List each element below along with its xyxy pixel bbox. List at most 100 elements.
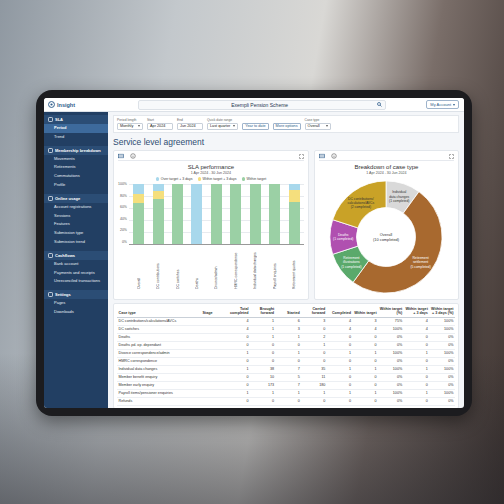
donut-segment[interactable] [333,181,386,228]
bar[interactable] [153,184,164,244]
table-cell: 4 [327,317,353,325]
table-cell [201,341,224,349]
sidebar-item[interactable]: Commutations [44,172,108,181]
sidebar-item[interactable]: Account registrations [44,203,108,212]
table-row[interactable]: Individual data changes13873511100%1100% [117,365,455,373]
table-cell: 1 [301,341,327,349]
dropdown-icon [138,125,140,127]
table-cell: Member benefit enquiry [117,373,201,381]
column-header[interactable]: Carried forward [301,306,327,317]
sidebar-item[interactable]: Unreconciled transactions [44,277,108,286]
bar[interactable] [133,184,144,244]
table-cell: 0 [353,357,379,365]
table-row[interactable]: Refunds0000000%00% [117,397,455,405]
account-button[interactable]: My Account [426,100,459,109]
table-row[interactable]: Payroll items/pensioner enquiries1111111… [117,389,455,397]
column-header[interactable]: Within target + 3 days [404,306,430,317]
table-row[interactable]: Divorce correspondence/admin101011100%11… [117,349,455,357]
bar[interactable] [289,184,300,244]
table-cell: Member early enquiry [117,381,201,389]
bar[interactable] [230,184,241,244]
legend-item[interactable]: Over target + 3 days [156,177,193,181]
expand-icon[interactable] [449,154,454,159]
table-cell: 4 [404,317,430,325]
filter-button[interactable]: Year to date [242,123,268,131]
column-header[interactable]: Within target + 3 days (%) [429,306,455,317]
segment-label: Deaths(1 completed) [333,233,353,241]
sidebar-item[interactable]: Bank account [44,260,108,269]
sidebar-item[interactable]: Submission trend [44,238,108,247]
table-cell: 0% [378,373,404,381]
filter-input[interactable]: Apr 2024 [147,123,173,131]
sidebar-item[interactable]: Pages [44,299,108,308]
nav-section-header[interactable]: Settings [44,290,108,299]
donut-chart: Individualdata changes(1 completed)Retir… [327,178,445,296]
filter-button[interactable]: More options [273,123,301,131]
column-header[interactable]: Within target [353,306,379,317]
scheme-search[interactable]: Exempli Pension Scheme [138,100,386,110]
bar[interactable] [269,184,280,244]
column-header[interactable]: Completed [327,306,353,317]
table-icon[interactable] [118,153,124,159]
table-cell: 38 [250,365,276,373]
page-title: Service level agreement [113,137,459,147]
column-header[interactable]: Total completed [224,306,250,317]
table-cell: DC switches [117,325,201,333]
nav-section-header[interactable]: Cashflows [44,251,108,260]
info-icon[interactable] [130,153,136,159]
nav-section-header[interactable]: SLA [44,115,108,124]
table-row[interactable]: DC contributions/calculations/AVCs416343… [117,317,455,325]
table-icon[interactable] [319,153,325,159]
filter-input[interactable]: Overall [305,123,331,131]
filter-input[interactable]: Last quarter [207,123,238,131]
column-header[interactable]: Within target (%) [378,306,404,317]
filter-input[interactable]: Jun 2024 [177,123,203,131]
legend-item[interactable]: Within target + 3 days [198,177,237,181]
dropdown-icon [326,125,328,127]
column-header[interactable]: Case type [117,306,201,317]
sidebar-item[interactable]: Retirements [44,163,108,172]
table-row[interactable]: Deaths pd. op. dependant0001000%00% [117,341,455,349]
bar[interactable] [191,184,202,244]
bar[interactable] [172,184,183,244]
nav-section-header[interactable]: Online usage [44,194,108,203]
brand[interactable]: Insight [44,101,108,108]
x-label: Deaths [195,246,199,289]
section-icon [48,148,53,153]
info-icon[interactable] [331,153,337,159]
table-cell: 0 [276,397,302,405]
column-header[interactable]: Stage [201,306,224,317]
table-cell: 7 [276,381,302,389]
bar[interactable] [211,184,222,244]
column-header[interactable]: Brought forward [250,306,276,317]
sidebar-item[interactable]: Features [44,220,108,229]
table-cell [201,365,224,373]
chart-date-range: 1 Apr 2024 - 30 Jun 2024 [118,171,304,175]
bar[interactable] [250,184,261,244]
nav-section-header[interactable]: Membership breakdown [44,146,108,155]
sidebar-item[interactable]: Sessions [44,212,108,221]
sidebar-item[interactable]: Trend [44,133,108,142]
account-label: My Account [430,102,451,107]
sidebar-item[interactable]: Period [44,124,108,133]
sidebar-item[interactable]: Movements [44,155,108,164]
sidebar-item[interactable]: Payments and receipts [44,269,108,278]
table-row[interactable]: DC switches413044100%4100% [117,325,455,333]
table-row[interactable]: Deaths0112000%00% [117,333,455,341]
search-icon [377,102,382,107]
sidebar-item[interactable]: Profile [44,181,108,190]
table-cell: 4 [327,325,353,333]
table-row[interactable]: Member early enquiry01737180000%00% [117,381,455,389]
section-icon [48,253,53,258]
filter-input[interactable]: Monthly [117,123,143,131]
table-cell: 100% [429,317,455,325]
legend-item[interactable]: Within target [242,177,267,181]
column-header[interactable]: Started [276,306,302,317]
table-row[interactable]: Member benefit enquiry010511000%00% [117,373,455,381]
table-row[interactable]: HMRC correspondence0000000%00% [117,357,455,365]
logo-text: Insight [57,102,75,108]
sidebar-item[interactable]: Submission type [44,229,108,238]
expand-icon[interactable] [299,154,304,159]
sidebar-item[interactable]: Downloads [44,308,108,317]
table-cell: 1 [276,333,302,341]
